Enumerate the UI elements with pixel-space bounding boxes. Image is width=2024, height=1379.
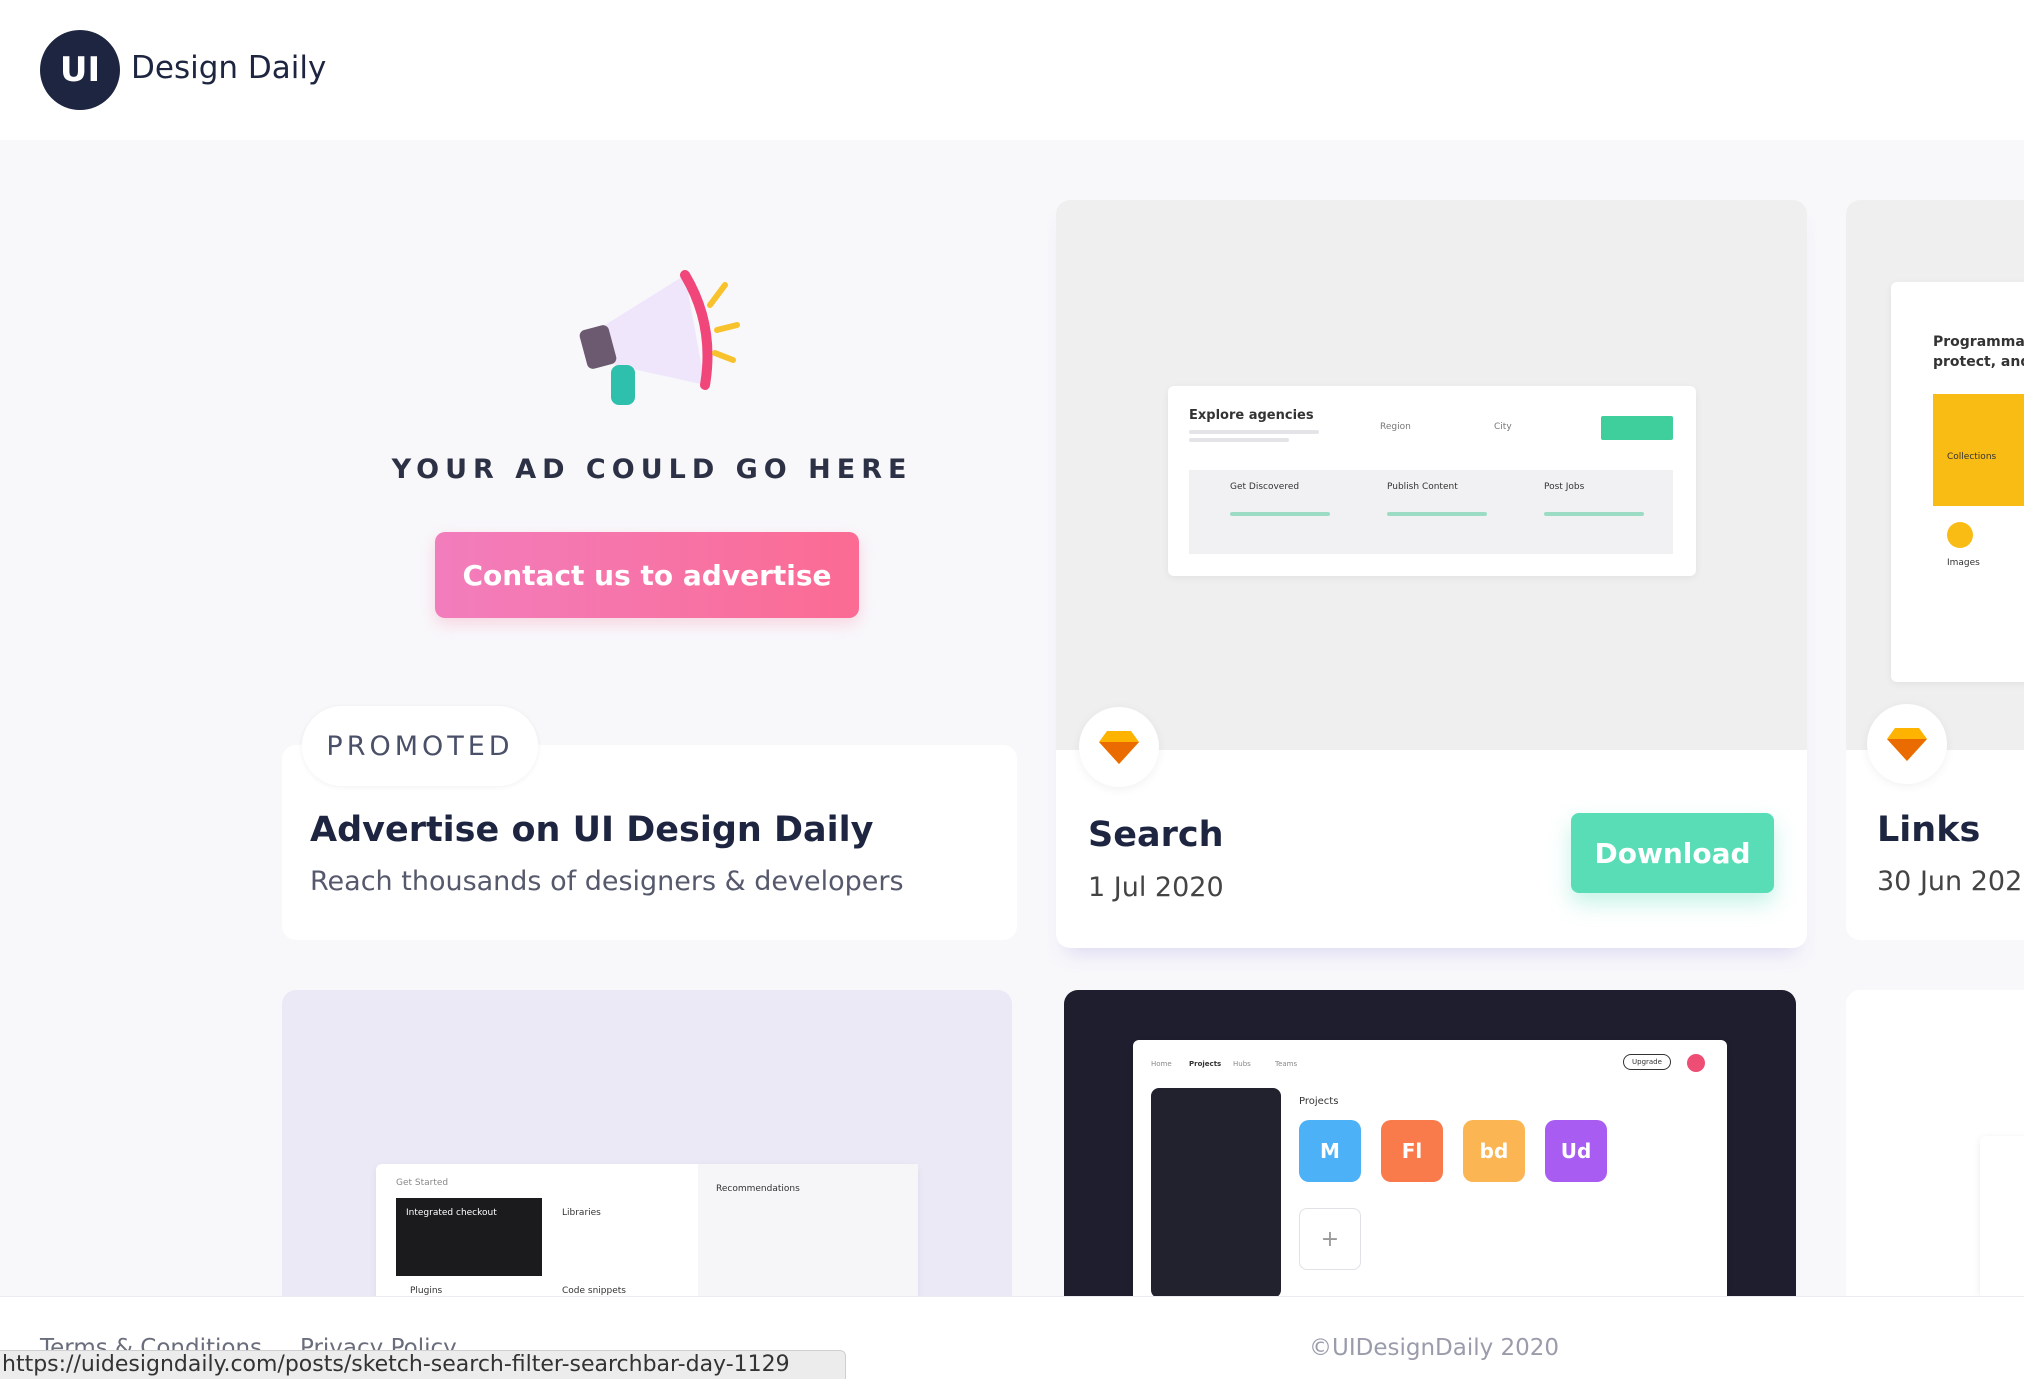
preview-region: Region [1380,422,1411,432]
preview-item-3: Plugins [410,1286,443,1296]
post-thumbnail[interactable]: Explore agencies Region City Get Discove… [1056,200,1807,750]
sketch-icon [1079,707,1159,787]
sketch-icon [1867,704,1947,784]
post-date: 1 Jul 2020 [1088,872,1224,903]
app-icon-4: Ud [1545,1120,1607,1182]
preview-nav-4: Teams [1275,1060,1298,1068]
brand-name[interactable]: Design Daily [131,50,326,86]
app-icon-3: bd [1463,1120,1525,1182]
copyright-text: ©UIDesignDaily 2020 [1309,1335,1560,1361]
post-card-row2-right[interactable] [1846,990,2024,1296]
megaphone-icon [579,270,740,405]
preview-item-collections: Collections [1947,452,1997,462]
post-thumbnail[interactable]: Programma protect, and Collections Image… [1846,200,2024,750]
preview-col-1: Get Discovered [1230,482,1300,492]
preview-nav-2: Projects [1189,1060,1222,1068]
post-card-row2-left[interactable]: Get Started Integrated checkout Librarie… [282,990,1012,1296]
preview-item-4: Code snippets [562,1286,626,1296]
site-header: UI Design Daily [0,0,2024,140]
add-project-icon: + [1299,1208,1361,1270]
ad-subtitle: Reach thousands of designers & developer… [310,866,904,897]
preview-mock: Get Started Integrated checkout Librarie… [376,1164,918,1296]
preview-item-images: Images [1947,558,1980,568]
preview-col-2: Publish Content [1387,482,1458,492]
post-title[interactable]: Links [1877,810,1980,850]
browser-status-url: https://uidesigndaily.com/posts/sketch-s… [0,1350,846,1379]
promoted-badge: PROMOTED [302,706,538,786]
ad-headline: YOUR AD COULD GO HERE [391,454,913,485]
download-button[interactable]: Download [1571,813,1774,893]
preview-item-1: Integrated checkout [406,1208,497,1218]
preview-city: City [1494,422,1512,432]
preview-heading: Explore agencies [1189,408,1314,423]
post-date: 30 Jun 2020 [1877,866,2024,897]
ad-title[interactable]: Advertise on UI Design Daily [310,810,873,850]
preview-mock: Home Projects Hubs Teams Upgrade Project… [1133,1040,1727,1296]
post-title[interactable]: Search [1088,815,1224,855]
post-card-row2-mid[interactable]: Home Projects Hubs Teams Upgrade Project… [1064,990,1796,1296]
preview-projects: Projects [1299,1096,1339,1107]
preview-heading: Get Started [396,1178,449,1188]
contact-advertise-button[interactable]: Contact us to advertise [435,532,859,618]
preview-col-3: Post Jobs [1544,482,1585,492]
logo-initials: UI [59,50,101,90]
preview-right-heading: Recommendations [716,1184,800,1194]
preview-mock: Programma protect, and Collections Image… [1891,282,2024,682]
preview-heading: Programma protect, and [1933,334,2024,370]
app-icon-2: Fl [1381,1120,1443,1182]
app-icon-1: M [1299,1120,1361,1182]
preview-nav-3: Hubs [1233,1060,1251,1068]
preview-mock: Explore agencies Region City Get Discove… [1168,386,1696,576]
logo-mark[interactable]: UI [40,30,120,110]
preview-upgrade: Upgrade [1623,1054,1671,1070]
preview-item-2: Libraries [562,1208,601,1218]
preview-nav-1: Home [1151,1060,1172,1068]
